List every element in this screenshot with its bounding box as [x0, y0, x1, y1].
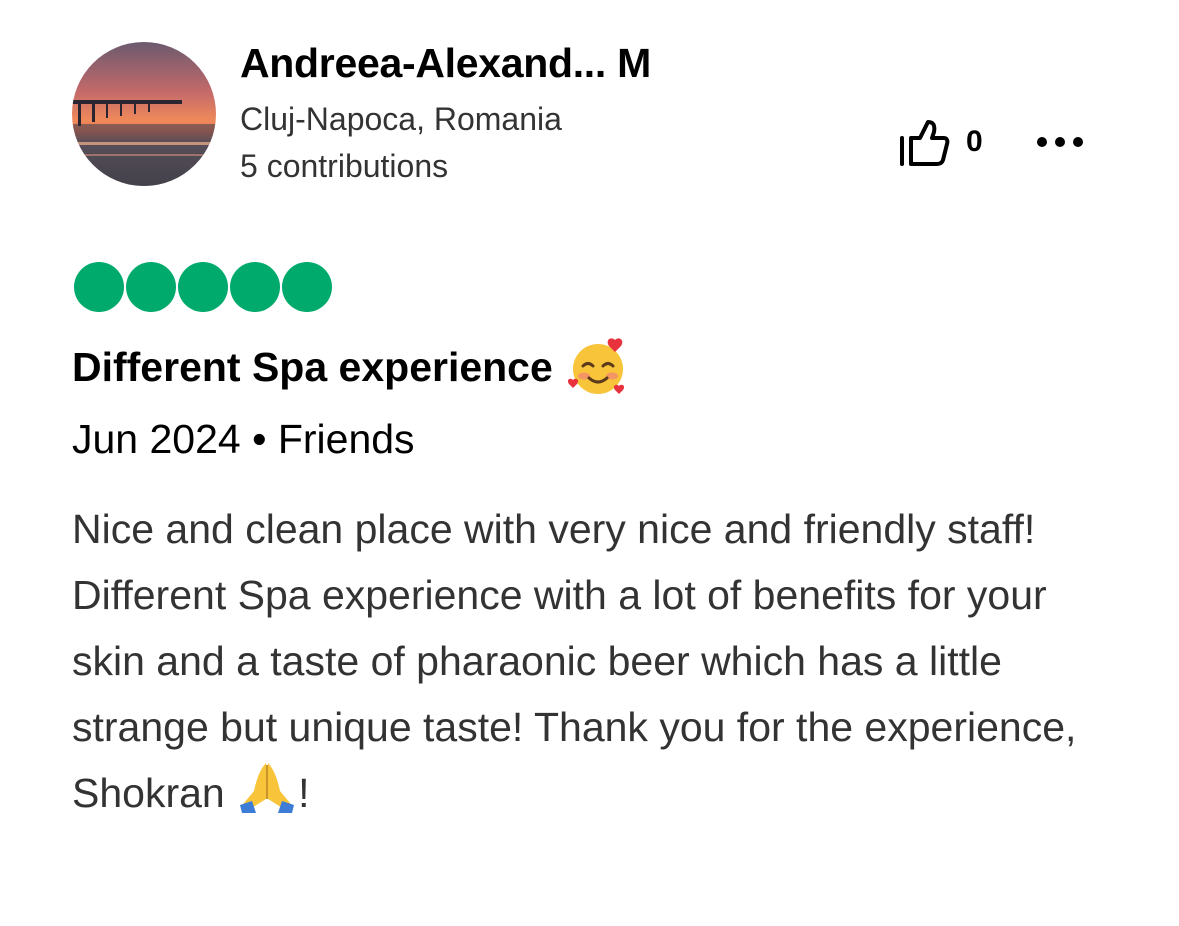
review-title: Different Spa experience	[72, 336, 629, 398]
smiling-face-with-hearts-emoji	[567, 336, 629, 398]
rating-bubble-filled	[282, 262, 332, 312]
reviewer-contributions: 5 contributions	[240, 148, 449, 184]
reviewer-avatar[interactable]	[72, 42, 216, 186]
rating-bubbles	[74, 262, 334, 312]
folded-hands-emoji	[236, 761, 298, 815]
review-body: Nice and clean place with very nice and …	[72, 496, 1102, 826]
rating-bubble-filled	[178, 262, 228, 312]
helpful-vote-button[interactable]: 0	[898, 116, 983, 168]
more-options-button[interactable]	[1030, 120, 1090, 164]
reviewer-location: Cluj-Napoca, Romania	[240, 101, 562, 137]
rating-bubble-filled	[230, 262, 280, 312]
review-date-and-trip-type: Jun 2024 • Friends	[72, 416, 415, 462]
helpful-count: 0	[966, 125, 983, 158]
review-body-text: Nice and clean place with very nice and …	[72, 506, 1077, 816]
review-body-end: !	[298, 770, 310, 816]
review-title-text: Different Spa experience	[72, 343, 553, 390]
reviewer-name[interactable]: Andreea-Alexand... M	[240, 40, 651, 87]
rating-bubble-filled	[74, 262, 124, 312]
rating-bubble-filled	[126, 262, 176, 312]
avatar-photo	[72, 42, 216, 186]
more-options-icon	[1037, 137, 1083, 147]
thumbs-up-icon	[900, 120, 950, 166]
